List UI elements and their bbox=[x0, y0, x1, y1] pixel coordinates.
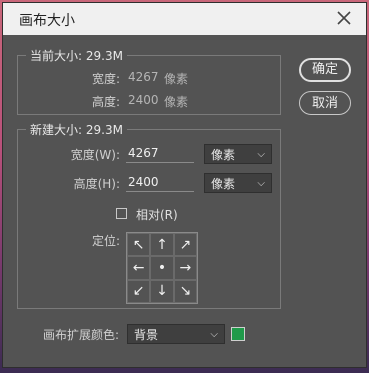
current-size-group: 当前大小: 29.3M 宽度: 4267 像素 高度: 2400 像素 bbox=[17, 47, 281, 115]
new-size-group: 新建大小: 29.3M 宽度(W): 4267 像素 ⌵ 高度(H): 2400… bbox=[17, 121, 281, 309]
extension-color-value: 背景 bbox=[134, 328, 159, 342]
extension-color-label: 画布扩展颜色: bbox=[42, 328, 119, 342]
current-width-value: 4267 bbox=[128, 70, 159, 84]
anchor-bottom[interactable]: ↓ bbox=[150, 279, 174, 303]
extension-color-select[interactable]: 背景 ⌵ bbox=[127, 324, 225, 344]
width-unit-value: 像素 bbox=[211, 148, 236, 162]
extension-color-swatch[interactable] bbox=[231, 327, 245, 341]
anchor-right[interactable]: → bbox=[173, 256, 197, 280]
canvas-size-dialog: 画布大小 当前大小: 29.3M 宽度: 4267 像素 高度: 2400 像素… bbox=[2, 2, 367, 368]
new-width-label: 宽度(W): bbox=[70, 148, 120, 162]
ok-button[interactable]: 确定 bbox=[299, 58, 351, 82]
anchor-grid: ↖ ↑ ↗ ← • → ↙ ↓ ↘ bbox=[126, 232, 198, 304]
height-unit-value: 像素 bbox=[211, 177, 236, 191]
cancel-button[interactable]: 取消 bbox=[299, 91, 351, 115]
current-height-value: 2400 bbox=[128, 93, 159, 107]
close-icon[interactable] bbox=[334, 8, 354, 28]
current-size-label: 当前大小: 29.3M bbox=[26, 47, 127, 64]
anchor-top-left[interactable]: ↖ bbox=[127, 233, 151, 257]
width-unit-select[interactable]: 像素 ⌵ bbox=[204, 144, 272, 164]
current-height-label: 高度: bbox=[91, 95, 120, 109]
anchor-left[interactable]: ← bbox=[127, 256, 151, 280]
relative-checkbox[interactable] bbox=[116, 208, 127, 219]
anchor-center[interactable]: • bbox=[150, 256, 174, 280]
height-unit-select[interactable]: 像素 ⌵ bbox=[204, 173, 272, 193]
anchor-label: 定位: bbox=[91, 234, 120, 248]
anchor-bottom-right[interactable]: ↘ bbox=[173, 279, 197, 303]
relative-label: 相对(R) bbox=[136, 208, 178, 222]
anchor-top[interactable]: ↑ bbox=[150, 233, 174, 257]
anchor-bottom-left[interactable]: ↙ bbox=[127, 279, 151, 303]
current-width-label: 宽度: bbox=[91, 72, 120, 86]
new-size-label: 新建大小: 29.3M bbox=[26, 121, 127, 138]
new-height-label: 高度(H): bbox=[73, 177, 120, 191]
dialog-title: 画布大小 bbox=[19, 13, 75, 29]
current-height-unit: 像素 bbox=[164, 95, 189, 109]
dialog-body: 当前大小: 29.3M 宽度: 4267 像素 高度: 2400 像素 新建大小… bbox=[3, 35, 366, 367]
width-input[interactable]: 4267 bbox=[126, 144, 194, 163]
chevron-down-icon: ⌵ bbox=[257, 178, 265, 189]
current-width-unit: 像素 bbox=[164, 72, 189, 86]
chevron-down-icon: ⌵ bbox=[257, 149, 265, 160]
height-input[interactable]: 2400 bbox=[126, 173, 194, 192]
title-bar: 画布大小 bbox=[3, 3, 366, 35]
anchor-top-right[interactable]: ↗ bbox=[173, 233, 197, 257]
chevron-down-icon: ⌵ bbox=[210, 329, 218, 340]
